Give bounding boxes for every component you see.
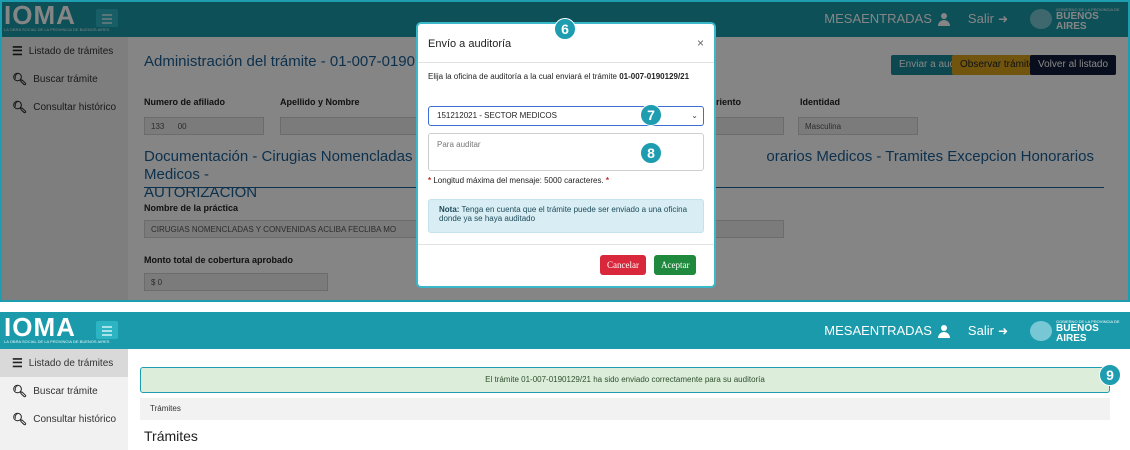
nav-right: MESAENTRADAS Salir ➜ GOBIERNO DE LA PROV…: [824, 312, 1130, 349]
success-alert: El trámite 01-007-0190129/21 ha sido env…: [140, 367, 1110, 393]
screenshot-frame: [0, 0, 1130, 302]
gov-logo: GOBIERNO DE LA PROVINCIA DE BUENOS AIRES: [1030, 318, 1120, 344]
ioma-logo[interactable]: IOMA LA OBRA SOCIAL DE LA PROVINCIA DE B…: [4, 314, 109, 347]
step-marker-9: 9: [1099, 364, 1121, 386]
nav-username[interactable]: MESAENTRADAS: [824, 323, 932, 338]
menu-toggle-icon[interactable]: [96, 321, 118, 339]
search-icon: 🔍︎: [12, 412, 28, 426]
sidebar-item-buscar[interactable]: 🔍︎ Buscar trámite: [0, 377, 128, 405]
sidebar-item-listado[interactable]: ☰ Listado de trámites: [0, 349, 128, 377]
sidebar: ☰ Listado de trámites 🔍︎ Buscar trámite …: [0, 349, 128, 450]
breadcrumb: Trámites: [140, 398, 1110, 420]
sun-emblem-icon: [1030, 320, 1052, 341]
top-navbar: IOMA LA OBRA SOCIAL DE LA PROVINCIA DE B…: [0, 312, 1130, 349]
search-icon: 🔍︎: [12, 384, 28, 398]
breadcrumb-tramites[interactable]: Trámites: [150, 404, 181, 413]
logout-link[interactable]: Salir: [968, 323, 994, 338]
screenshot-modal-state: IOMA LA OBRA SOCIAL DE LA PROVINCIA DE B…: [0, 0, 1130, 302]
user-icon[interactable]: [937, 324, 950, 338]
page-title: Trámites: [144, 428, 198, 444]
sidebar-item-historico[interactable]: 🔍︎ Consultar histórico: [0, 405, 128, 433]
logout-icon[interactable]: ➜: [998, 324, 1008, 338]
list-icon: ☰: [12, 356, 23, 370]
